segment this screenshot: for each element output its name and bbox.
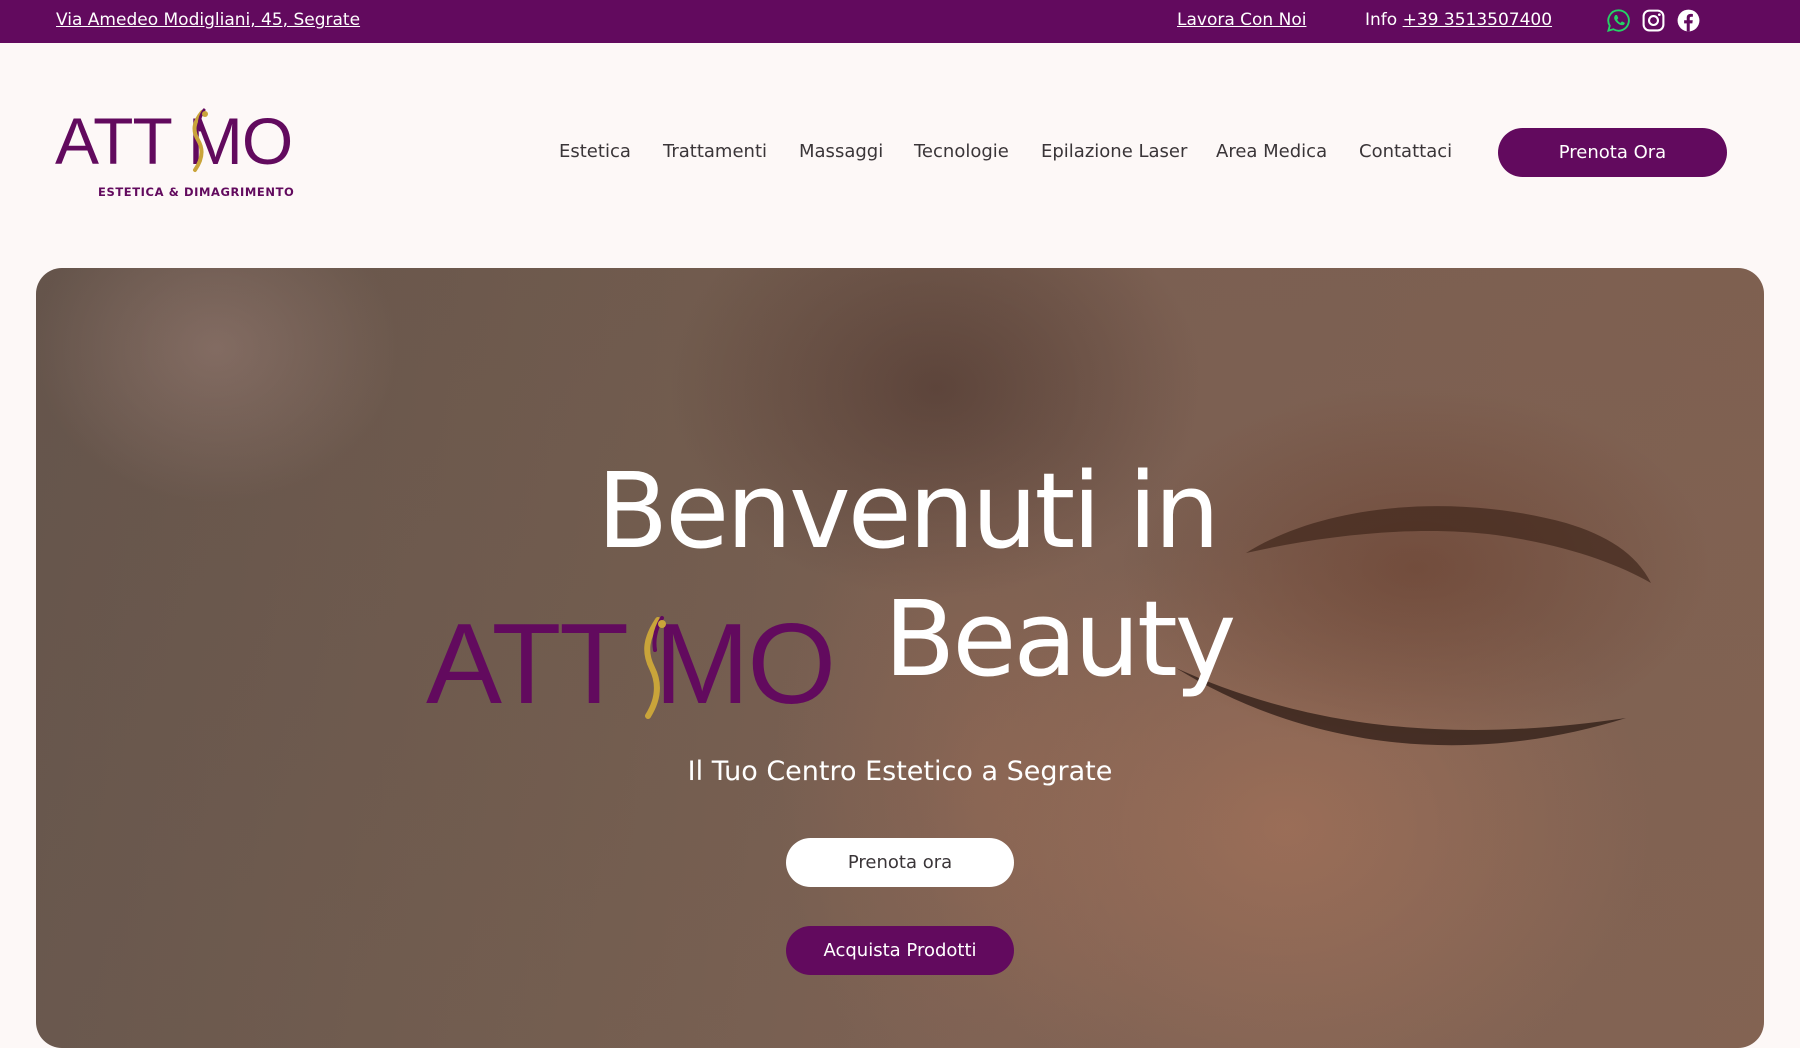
phone-link[interactable]: +39 3513507400: [1403, 10, 1552, 30]
whatsapp-icon[interactable]: [1606, 8, 1631, 33]
instagram-icon[interactable]: [1641, 8, 1666, 33]
nav-item-area-medica[interactable]: Area Medica: [1216, 141, 1327, 162]
nav-item-tecnologie[interactable]: Tecnologie: [914, 141, 1009, 162]
hero-book-button[interactable]: Prenota ora: [786, 838, 1014, 887]
nav-item-trattamenti[interactable]: Trattamenti: [663, 141, 767, 162]
logo-tagline: ESTETICA & DIMAGRIMENTO: [98, 185, 295, 199]
social-links: [1606, 8, 1701, 33]
nav-item-estetica[interactable]: Estetica: [559, 141, 631, 162]
hero-subtitle: Il Tuo Centro Estetico a Segrate: [687, 756, 1113, 787]
hero-brand-figure-icon: [644, 616, 666, 719]
book-now-button[interactable]: Prenota Ora: [1498, 128, 1727, 177]
nav-item-massaggi[interactable]: Massaggi: [799, 141, 883, 162]
hero-section: Benvenuti in ATT MO Beauty Il Tuo Centro…: [36, 268, 1764, 1048]
facebook-icon[interactable]: [1676, 8, 1701, 33]
hero-brand-logo: ATT MO: [426, 601, 836, 728]
address-link[interactable]: Via Amedeo Modigliani, 45, Segrate: [56, 10, 360, 30]
site-logo[interactable]: ATT MO ESTETICA & DIMAGRIMENTO: [55, 108, 325, 204]
info-phone: Info +39 3513507400: [1365, 10, 1552, 30]
work-with-us-link[interactable]: Lavora Con Noi: [1177, 10, 1306, 30]
hero-shop-button[interactable]: Acquista Prodotti: [786, 926, 1014, 975]
hero-title-line2: Beauty: [884, 578, 1236, 700]
hero-title-line1: Benvenuti in: [596, 450, 1220, 572]
logo-figure-icon: [192, 108, 208, 172]
info-label: Info: [1365, 10, 1398, 30]
nav-item-contattaci[interactable]: Contattaci: [1359, 141, 1452, 162]
nav-item-epilazione-laser[interactable]: Epilazione Laser: [1041, 141, 1187, 162]
top-bar: Via Amedeo Modigliani, 45, Segrate Lavor…: [0, 0, 1800, 43]
logo-wordmark: ATT MO: [55, 104, 293, 178]
